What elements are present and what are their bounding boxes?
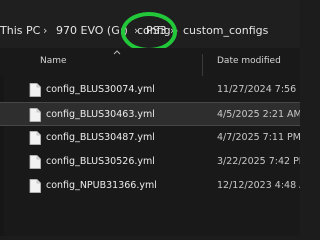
chevron-up-icon bbox=[113, 50, 121, 55]
document-icon bbox=[29, 83, 41, 97]
column-divider[interactable] bbox=[202, 54, 203, 76]
chevron-right-icon[interactable]: › bbox=[43, 24, 47, 38]
column-header-date[interactable]: Date modified bbox=[217, 56, 281, 66]
column-header-row: Name Date modified bbox=[0, 48, 300, 76]
file-row[interactable]: config_BLUS30487.yml 4/7/2025 7:11 PM bbox=[0, 126, 300, 150]
column-header-name[interactable]: Name bbox=[40, 56, 67, 66]
breadcrumb-custom-configs[interactable]: custom_configs bbox=[183, 24, 268, 38]
file-row[interactable]: config_NPUB31366.yml 12/12/2023 4:48 AM bbox=[0, 174, 300, 198]
file-name: config_BLUS30526.yml bbox=[46, 156, 155, 167]
breadcrumb-this-pc[interactable]: This PC bbox=[0, 24, 40, 38]
file-date: 4/5/2025 2:21 AM bbox=[217, 109, 300, 120]
document-icon bbox=[29, 155, 41, 169]
file-date: 11/27/2024 7:56 PM bbox=[217, 84, 300, 95]
file-row[interactable]: config_BLUS30074.yml 11/27/2024 7:56 PM bbox=[0, 78, 300, 102]
file-name: config_BLUS30074.yml bbox=[46, 84, 155, 95]
breadcrumb-drive[interactable]: 970 EVO (G:) bbox=[56, 24, 128, 38]
file-name: config_BLUS30487.yml bbox=[46, 132, 155, 143]
document-icon bbox=[29, 108, 41, 122]
file-explorer-window: This PC › 970 EVO (G:) › PS3 › config › … bbox=[0, 0, 300, 236]
file-row-selected[interactable]: config_BLUS30463.yml 4/5/2025 2:21 AM bbox=[0, 102, 300, 126]
file-date: 4/7/2025 7:11 PM bbox=[217, 132, 300, 143]
file-date: 3/22/2025 7:42 PM bbox=[217, 156, 300, 167]
file-name: config_BLUS30463.yml bbox=[46, 109, 155, 120]
file-date: 12/12/2023 4:48 AM bbox=[217, 180, 300, 191]
document-icon bbox=[29, 179, 41, 193]
file-row[interactable]: config_BLUS30526.yml 3/22/2025 7:42 PM bbox=[0, 150, 300, 174]
annotation-circle bbox=[121, 12, 177, 52]
file-name: config_NPUB31366.yml bbox=[46, 180, 157, 191]
document-icon bbox=[29, 131, 41, 145]
